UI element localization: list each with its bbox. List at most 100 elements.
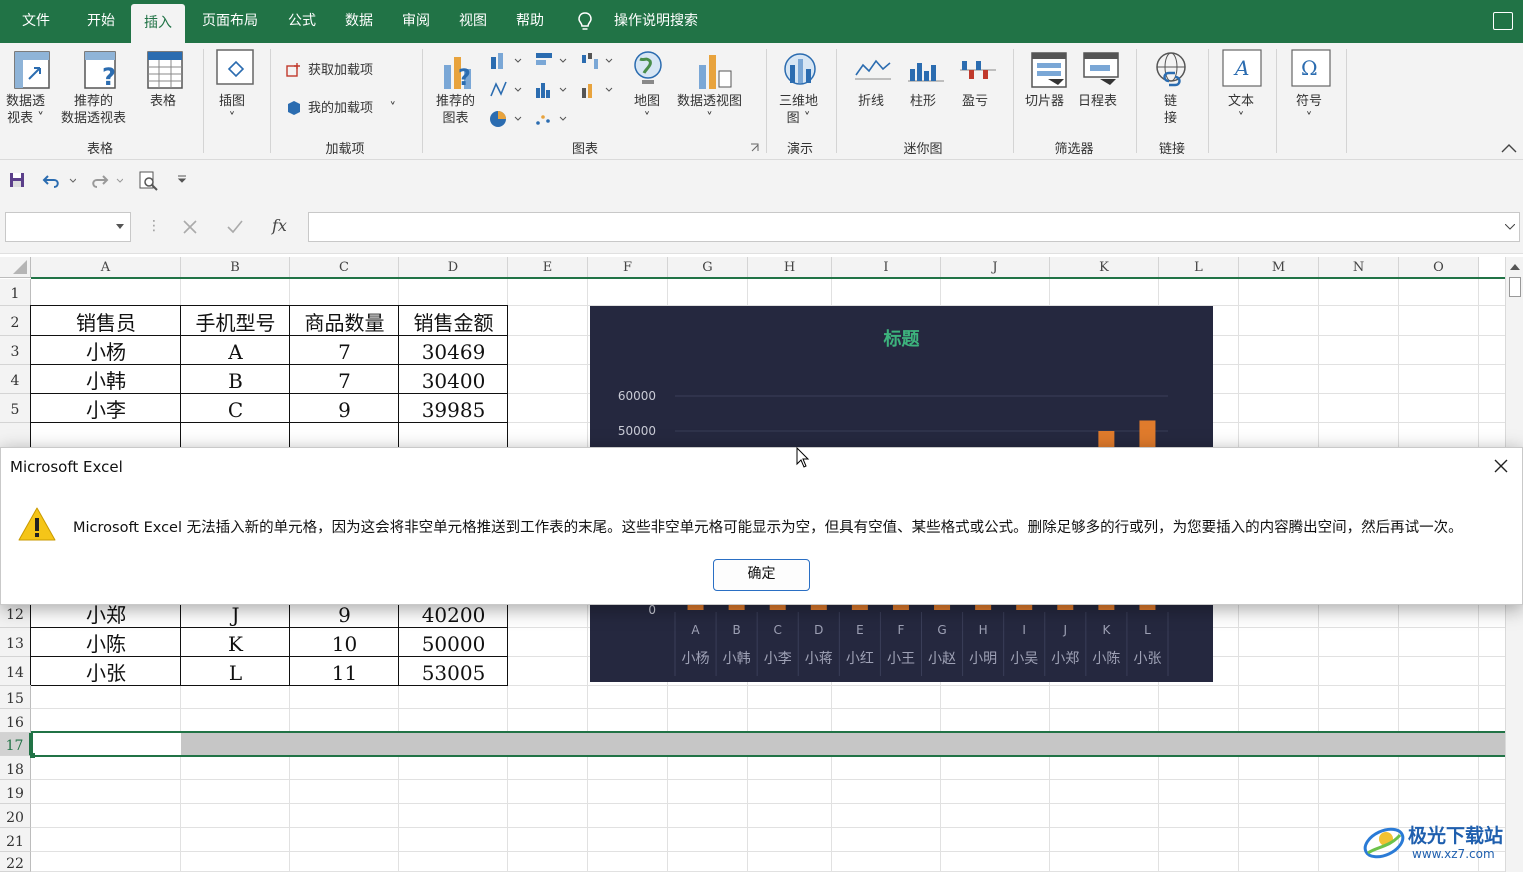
table-header-cell[interactable]: 商品数量 xyxy=(290,306,399,336)
tab-view[interactable]: 视图 xyxy=(446,0,500,43)
active-cell[interactable] xyxy=(31,733,181,755)
dialog-launcher-icon[interactable] xyxy=(750,143,760,153)
sparkline-column-button[interactable]: 柱形 xyxy=(910,93,936,110)
column-header-i[interactable]: I xyxy=(832,257,941,278)
column-header-g[interactable]: G xyxy=(668,257,748,278)
table-cell[interactable]: 39985 xyxy=(399,394,508,423)
column-header-k[interactable]: K xyxy=(1050,257,1159,278)
row-header-5[interactable]: 5 xyxy=(0,394,31,423)
column-header-m[interactable]: M xyxy=(1239,257,1319,278)
column-header-n[interactable]: N xyxy=(1319,257,1399,278)
row-header-2[interactable]: 2 xyxy=(0,306,31,336)
bar-chart-icon[interactable] xyxy=(534,51,570,71)
row-header-3[interactable]: 3 xyxy=(0,336,31,365)
expand-formula-icon[interactable] xyxy=(1505,224,1515,230)
tab-insert[interactable]: 插入 xyxy=(131,4,185,47)
tab-help[interactable]: 帮助 xyxy=(504,0,556,43)
table-button[interactable]: 表格 xyxy=(150,93,176,110)
row-header-19[interactable]: 19 xyxy=(0,780,31,804)
timeline-button[interactable]: 日程表 xyxy=(1078,93,1117,110)
redo-icon[interactable] xyxy=(89,171,123,189)
table-cell[interactable]: 50000 xyxy=(399,628,508,657)
table-cell[interactable]: B xyxy=(181,365,290,394)
insert-function-button[interactable]: fx xyxy=(272,216,287,235)
table-cell[interactable]: 30400 xyxy=(399,365,508,394)
column-header-l[interactable]: L xyxy=(1159,257,1239,278)
3d-map-button[interactable]: 三维地图 ˅ xyxy=(779,93,818,127)
my-addins-button[interactable]: 我的加载项 ˅ xyxy=(308,100,396,117)
table-cell[interactable]: 小陈 xyxy=(31,628,181,657)
sparkline-line-button[interactable]: 折线 xyxy=(858,93,884,110)
table-cell[interactable]: 小张 xyxy=(31,657,181,686)
formula-splitter-icon[interactable]: ⋮ xyxy=(147,218,161,234)
select-all-corner[interactable] xyxy=(0,257,31,278)
table-cell[interactable]: K xyxy=(181,628,290,657)
column-header-o[interactable]: O xyxy=(1399,257,1479,278)
cancel-icon[interactable] xyxy=(182,219,198,235)
hierarchy-chart-icon[interactable] xyxy=(489,80,525,100)
scroll-up-icon[interactable] xyxy=(1510,263,1520,271)
combo-chart-icon[interactable] xyxy=(580,80,616,100)
row-header-16[interactable]: 16 xyxy=(0,709,31,733)
formula-input[interactable] xyxy=(308,212,1520,242)
column-header-d[interactable]: D xyxy=(399,257,508,278)
row-header-22[interactable]: 22 xyxy=(0,852,31,872)
illustrations-button[interactable]: 插图 ˅ xyxy=(219,93,245,127)
tab-page-layout[interactable]: 页面布局 xyxy=(190,0,270,43)
column-header-a[interactable]: A xyxy=(31,257,181,278)
table-cell[interactable]: 10 xyxy=(290,628,399,657)
undo-icon[interactable] xyxy=(42,171,76,189)
collapse-ribbon-icon[interactable] xyxy=(1501,143,1517,153)
table-cell[interactable]: 小杨 xyxy=(31,336,181,365)
column-chart-icon[interactable] xyxy=(489,51,525,71)
row-header-17[interactable]: 17 xyxy=(0,733,31,756)
table-cell[interactable]: 小李 xyxy=(31,394,181,423)
table-header-cell[interactable]: 手机型号 xyxy=(181,306,290,336)
recommended-charts-button[interactable]: 推荐的 图表 xyxy=(436,93,475,127)
table-cell[interactable]: A xyxy=(181,336,290,365)
column-header-h[interactable]: H xyxy=(748,257,832,278)
pivot-chart-button[interactable]: 数据透视图 ˅ xyxy=(677,93,742,127)
table-cell[interactable]: 7 xyxy=(290,365,399,394)
tab-formulas[interactable]: 公式 xyxy=(276,0,328,43)
statistic-chart-icon[interactable] xyxy=(534,80,570,100)
name-box[interactable] xyxy=(5,212,131,242)
column-header-f[interactable]: F xyxy=(588,257,668,278)
row-header-21[interactable]: 21 xyxy=(0,828,31,852)
symbols-button[interactable]: 符号 ˅ xyxy=(1296,93,1322,127)
recommended-pivot-button[interactable]: 推荐的 数据透视表 xyxy=(61,93,126,127)
map-button[interactable]: 地图 ˅ xyxy=(634,93,660,127)
scatter-chart-icon[interactable] xyxy=(534,109,570,129)
slicer-button[interactable]: 切片器 xyxy=(1025,93,1064,110)
fill-handle[interactable] xyxy=(30,753,35,758)
get-addins-button[interactable]: 获取加载项 xyxy=(308,62,373,79)
pivot-table-button[interactable]: 数据透 视表 ˅ xyxy=(6,93,45,127)
table-cell[interactable]: 9 xyxy=(290,394,399,423)
table-cell[interactable]: 53005 xyxy=(399,657,508,686)
column-header-j[interactable]: J xyxy=(941,257,1050,278)
close-icon[interactable] xyxy=(1494,459,1508,473)
text-button[interactable]: 文本 ˅ xyxy=(1228,93,1254,127)
column-header-c[interactable]: C xyxy=(290,257,399,278)
enter-check-icon[interactable] xyxy=(226,219,244,235)
table-cell[interactable]: 30469 xyxy=(399,336,508,365)
table-header-cell[interactable]: 销售金额 xyxy=(399,306,508,336)
table-cell[interactable]: L xyxy=(181,657,290,686)
row-header-20[interactable]: 20 xyxy=(0,804,31,828)
table-header-cell[interactable]: 销售员 xyxy=(31,306,181,336)
tab-data[interactable]: 数据 xyxy=(332,0,386,43)
row-header-4[interactable]: 4 xyxy=(0,365,31,394)
comments-icon[interactable] xyxy=(1493,12,1513,30)
customize-qat-icon[interactable] xyxy=(177,175,187,185)
selected-row-band[interactable] xyxy=(181,733,1505,756)
row-header-15[interactable]: 15 xyxy=(0,686,31,709)
column-header-b[interactable]: B xyxy=(181,257,290,278)
table-cell[interactable]: 11 xyxy=(290,657,399,686)
scroll-thumb[interactable] xyxy=(1509,277,1521,297)
table-cell[interactable]: 小韩 xyxy=(31,365,181,394)
row-header-1[interactable]: 1 xyxy=(0,279,31,306)
row-header-13[interactable]: 13 xyxy=(0,628,31,657)
table-cell[interactable]: 7 xyxy=(290,336,399,365)
column-header-e[interactable]: E xyxy=(508,257,588,278)
tab-home[interactable]: 开始 xyxy=(72,0,130,43)
